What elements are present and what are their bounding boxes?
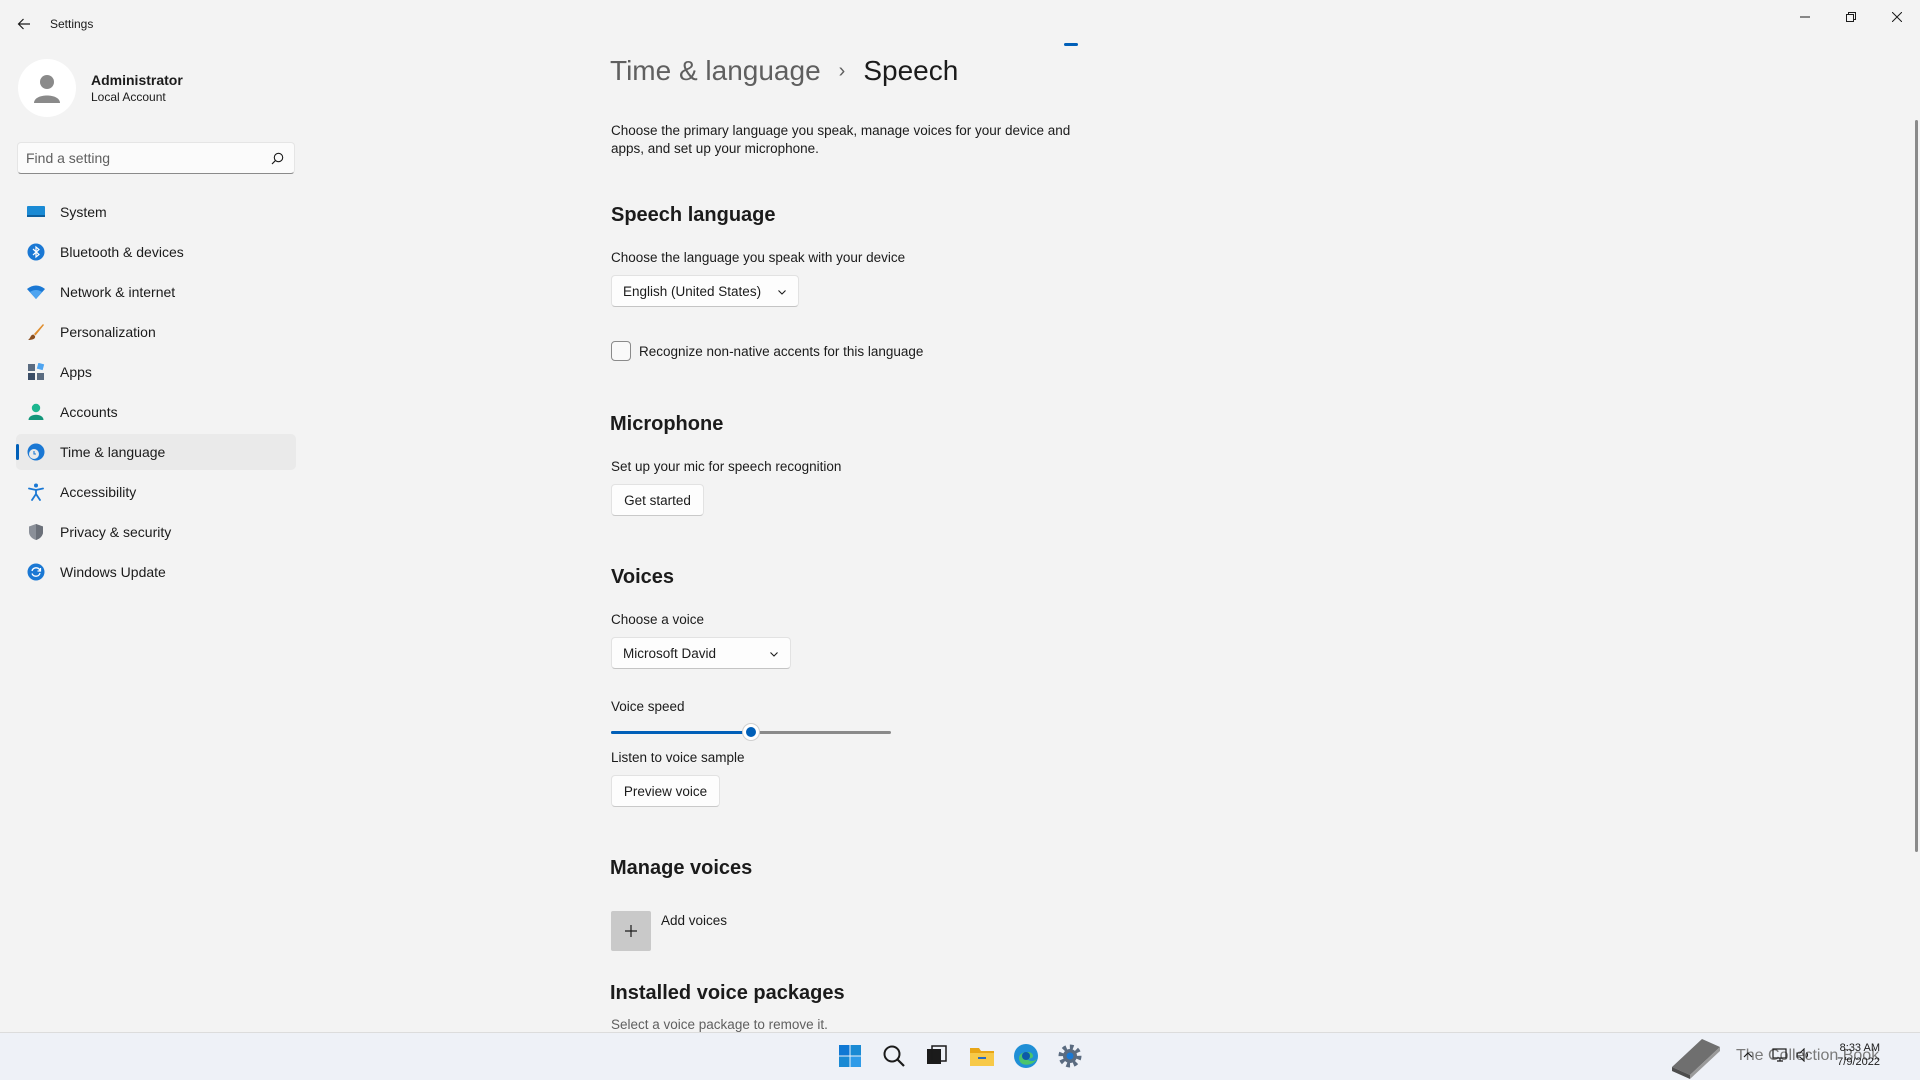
microphone-heading: Microphone [610, 413, 724, 435]
search-icon[interactable] [878, 1040, 910, 1072]
book-logo-icon [1672, 1039, 1720, 1079]
clock[interactable]: 8:33 AM 7/9/2022 [1818, 1041, 1880, 1069]
globe-clock-icon [26, 442, 46, 462]
search-input[interactable] [26, 143, 266, 173]
network-icon[interactable] [1770, 1045, 1790, 1065]
start-icon[interactable] [834, 1040, 866, 1072]
sidebar-item-windows-update[interactable]: Windows Update [16, 554, 296, 590]
minimize-button[interactable] [1782, 2, 1828, 32]
chevron-down-icon [770, 652, 778, 657]
voice-value: Microsoft David [623, 645, 717, 661]
search-box[interactable] [17, 142, 295, 174]
sidebar-item-label: Time & language [60, 444, 166, 460]
chevron-up-icon[interactable] [1738, 1045, 1758, 1065]
settings-icon[interactable] [1054, 1040, 1086, 1072]
speech-language-heading: Speech language [611, 204, 776, 226]
add-voices-button[interactable]: Add voices [611, 911, 727, 951]
wifi-icon [26, 282, 46, 302]
sidebar-item-label: Accounts [60, 404, 118, 420]
task-view-icon[interactable] [920, 1040, 952, 1072]
search-icon[interactable] [271, 152, 284, 165]
minimize-icon [1800, 16, 1810, 18]
accessibility-icon [26, 482, 46, 502]
sidebar-item-apps[interactable]: Apps [16, 354, 296, 390]
sidebar-item-network[interactable]: Network & internet [16, 274, 296, 310]
slider-fill [611, 731, 751, 734]
sidebar-item-accounts[interactable]: Accounts [16, 394, 296, 430]
close-icon [1892, 12, 1902, 22]
voice-sample-label: Listen to voice sample [611, 750, 745, 765]
shield-icon [26, 522, 46, 542]
clock-time: 8:33 AM [1839, 1042, 1880, 1054]
sidebar-item-label: Windows Update [60, 564, 166, 580]
profile-account-type: Local Account [91, 90, 166, 104]
page-title: Speech [863, 55, 959, 86]
sidebar-item-label: Network & internet [60, 284, 176, 300]
sidebar-item-accessibility[interactable]: Accessibility [16, 474, 296, 510]
speech-language-dropdown[interactable]: English (United States) [611, 275, 799, 307]
sidebar-item-label: Apps [60, 364, 92, 380]
taskbar [0, 1032, 1920, 1080]
system-icon [26, 202, 46, 222]
bluetooth-icon [26, 242, 46, 262]
close-button[interactable] [1874, 2, 1920, 32]
installed-voices-label: Select a voice package to remove it. [611, 1017, 828, 1032]
voice-dropdown[interactable]: Microsoft David [611, 637, 791, 669]
page-description: Choose the primary language you speak, m… [611, 123, 1071, 156]
chevron-down-icon [778, 290, 786, 295]
sidebar-item-bluetooth-devices[interactable]: Bluetooth & devices [16, 234, 296, 270]
non-native-accents-checkbox[interactable] [611, 341, 631, 361]
file-explorer-icon[interactable] [966, 1040, 998, 1072]
title-bar: Settings [0, 0, 1920, 48]
person-placeholder-icon [34, 75, 60, 103]
breadcrumb-separator: › [838, 59, 846, 82]
sidebar-item-label: Accessibility [60, 484, 137, 500]
back-button[interactable] [12, 12, 36, 36]
user-profile[interactable]: Administrator Local Account [18, 58, 183, 118]
edge-icon[interactable] [1010, 1040, 1042, 1072]
breadcrumb-parent[interactable]: Time & language [610, 55, 821, 87]
speech-language-label: Choose the language you speak with your … [611, 250, 906, 265]
scrollbar[interactable] [1915, 120, 1918, 852]
app-title: Settings [50, 17, 94, 31]
sidebar-item-time-language[interactable]: Time & language [16, 434, 296, 470]
update-icon [26, 562, 46, 582]
voices-heading: Voices [611, 566, 674, 588]
clock-date: 7/9/2022 [1837, 1056, 1880, 1068]
volume-icon[interactable] [1794, 1045, 1814, 1065]
active-app-indicator [1064, 43, 1078, 46]
sidebar-item-label: System [60, 204, 107, 220]
installed-voices-heading: Installed voice packages [610, 982, 845, 1004]
restore-button[interactable] [1828, 2, 1874, 32]
restore-icon [1846, 12, 1856, 22]
arrow-left-icon [17, 18, 30, 30]
choose-voice-label: Choose a voice [611, 612, 705, 627]
sidebar-nav: System Bluetooth & devices Network & int… [16, 194, 296, 594]
sidebar-item-personalization[interactable]: Personalization [16, 314, 296, 350]
non-native-accents-option[interactable]: Recognize non-native accents for this la… [611, 341, 923, 361]
voice-speed-slider[interactable] [611, 722, 891, 742]
microphone-label: Set up your mic for speech recognition [611, 459, 842, 474]
sidebar-item-label: Bluetooth & devices [60, 244, 184, 260]
sidebar-item-label: Personalization [60, 324, 156, 340]
speech-language-value: English (United States) [623, 283, 762, 299]
manage-voices-heading: Manage voices [610, 857, 753, 879]
non-native-accents-label: Recognize non-native accents for this la… [639, 343, 924, 359]
slider-thumb[interactable] [742, 723, 760, 741]
preview-voice-button[interactable]: Preview voice [611, 775, 720, 807]
profile-name: Administrator [91, 72, 183, 88]
voice-speed-label: Voice speed [611, 699, 685, 714]
person-icon [26, 402, 46, 422]
plus-icon [611, 911, 651, 951]
get-started-button[interactable]: Get started [611, 484, 704, 516]
breadcrumb: Time & language › Speech [610, 55, 958, 87]
avatar [18, 59, 76, 117]
sidebar-item-label: Privacy & security [60, 524, 172, 540]
add-voices-label: Add voices [661, 913, 728, 928]
sidebar-item-system[interactable]: System [16, 194, 296, 230]
brush-icon [26, 322, 46, 342]
apps-icon [26, 362, 46, 382]
sidebar-item-privacy-security[interactable]: Privacy & security [16, 514, 296, 550]
